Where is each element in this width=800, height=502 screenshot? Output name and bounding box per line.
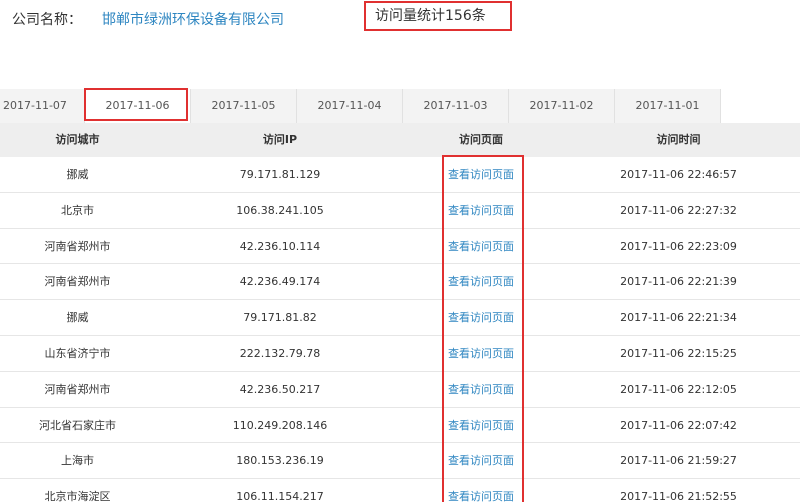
tab-2017-11-04[interactable]: 2017-11-04 xyxy=(297,89,403,123)
cell-city: 北京市海淀区 xyxy=(44,490,111,502)
cell-ip: 106.38.241.105 xyxy=(236,203,324,217)
table-row: 山东省济宁市 222.132.79.78 查看访问页面 2017-11-06 2… xyxy=(0,336,800,372)
table-row: 河南省郑州市 42.236.50.217 查看访问页面 2017-11-06 2… xyxy=(0,372,800,408)
view-page-link[interactable]: 查看访问页面 xyxy=(448,275,514,288)
cell-city: 挪威 xyxy=(66,168,89,181)
cell-time: 2017-11-06 22:12:05 xyxy=(620,382,737,396)
cell-time: 2017-11-06 22:27:32 xyxy=(620,203,737,217)
view-page-link[interactable]: 查看访问页面 xyxy=(448,419,514,432)
cell-page: 查看访问页面 xyxy=(405,157,557,192)
table-row: 河北省石家庄市 110.249.208.146 查看访问页面 2017-11-0… xyxy=(0,408,800,444)
view-page-link[interactable]: 查看访问页面 xyxy=(448,204,514,217)
cell-city: 河北省石家庄市 xyxy=(39,418,116,432)
view-page-link[interactable]: 查看访问页面 xyxy=(448,240,514,253)
tab-2017-11-06[interactable]: 2017-11-06 xyxy=(85,89,191,123)
cell-ip: 222.132.79.78 xyxy=(239,346,321,360)
cell-city: 河南省郑州市 xyxy=(44,382,111,396)
cell-ip: 79.171.81.129 xyxy=(239,168,321,181)
cell-time: 2017-11-06 22:21:39 xyxy=(620,275,737,289)
cell-page: 查看访问页面 xyxy=(405,193,557,228)
cell-ip: 42.236.50.217 xyxy=(239,382,321,396)
cell-time: 2017-11-06 22:07:42 xyxy=(620,418,737,432)
tab-2017-11-01[interactable]: 2017-11-01 xyxy=(615,89,721,123)
view-page-link[interactable]: 查看访问页面 xyxy=(448,454,514,467)
company-name-link[interactable]: 邯郸市绿洲环保设备有限公司 xyxy=(102,9,284,29)
table-row: 北京市 106.38.241.105 查看访问页面 2017-11-06 22:… xyxy=(0,193,800,229)
tab-2017-11-05[interactable]: 2017-11-05 xyxy=(191,89,297,123)
view-page-link[interactable]: 查看访问页面 xyxy=(448,347,514,360)
table-body: 挪威 79.171.81.129 查看访问页面 2017-11-06 22:46… xyxy=(0,157,800,502)
table-row: 北京市海淀区 106.11.154.217 查看访问页面 2017-11-06 … xyxy=(0,479,800,502)
cell-city: 北京市 xyxy=(61,203,94,217)
cell-page: 查看访问页面 xyxy=(405,264,557,299)
cell-city: 上海市 xyxy=(61,454,94,468)
view-page-link[interactable]: 查看访问页面 xyxy=(448,383,514,396)
cell-city: 河南省郑州市 xyxy=(44,275,111,289)
view-page-link[interactable]: 查看访问页面 xyxy=(448,490,514,502)
cell-city: 山东省济宁市 xyxy=(44,346,111,360)
cell-page: 查看访问页面 xyxy=(405,229,557,264)
date-tabs: 2017-11-07 2017-11-06 2017-11-05 2017-11… xyxy=(0,89,722,124)
table-row: 河南省郑州市 42.236.10.114 查看访问页面 2017-11-06 2… xyxy=(0,229,800,265)
visit-count-badge: 访问量统计156条 xyxy=(364,1,512,31)
cell-time: 2017-11-06 21:52:55 xyxy=(620,490,737,502)
cell-time: 2017-11-06 22:15:25 xyxy=(620,346,737,360)
visit-stats-page: 公司名称： 邯郸市绿洲环保设备有限公司 访问量统计156条 2017-11-07… xyxy=(0,0,800,502)
table-row: 挪威 79.171.81.82 查看访问页面 2017-11-06 22:21:… xyxy=(0,300,800,336)
table-row: 河南省郑州市 42.236.49.174 查看访问页面 2017-11-06 2… xyxy=(0,264,800,301)
cell-ip: 110.249.208.146 xyxy=(232,418,328,432)
header-ip: 访问IP xyxy=(262,133,298,146)
cell-time: 2017-11-06 22:21:34 xyxy=(620,311,737,325)
cell-city: 挪威 xyxy=(66,311,89,325)
header-page: 访问页面 xyxy=(459,133,503,146)
table-row: 挪威 79.171.81.129 查看访问页面 2017-11-06 22:46… xyxy=(0,157,800,193)
cell-time: 2017-11-06 22:23:09 xyxy=(620,239,737,253)
cell-page: 查看访问页面 xyxy=(405,408,557,443)
view-page-link[interactable]: 查看访问页面 xyxy=(448,311,514,324)
cell-time: 2017-11-06 21:59:27 xyxy=(620,454,737,468)
cell-ip: 180.153.236.19 xyxy=(236,454,324,468)
tab-2017-11-02[interactable]: 2017-11-02 xyxy=(509,89,615,123)
cell-ip: 42.236.49.174 xyxy=(239,275,321,289)
table-row: 上海市 180.153.236.19 查看访问页面 2017-11-06 21:… xyxy=(0,443,800,480)
cell-page: 查看访问页面 xyxy=(405,300,557,335)
cell-page: 查看访问页面 xyxy=(405,443,557,478)
tab-2017-11-03[interactable]: 2017-11-03 xyxy=(403,89,509,123)
header-city: 访问城市 xyxy=(55,133,100,146)
cell-city: 河南省郑州市 xyxy=(44,239,111,253)
company-label: 公司名称： xyxy=(12,12,82,28)
tab-2017-11-07[interactable]: 2017-11-07 xyxy=(0,89,85,123)
cell-ip: 42.236.10.114 xyxy=(239,239,321,253)
cell-time: 2017-11-06 22:46:57 xyxy=(620,168,737,181)
cell-ip: 106.11.154.217 xyxy=(236,490,324,502)
table-header: 访问城市 访问IP 访问页面 访问时间 xyxy=(0,123,800,157)
cell-page: 查看访问页面 xyxy=(405,372,557,407)
cell-page: 查看访问页面 xyxy=(405,336,557,371)
view-page-link[interactable]: 查看访问页面 xyxy=(448,168,514,181)
cell-page: 查看访问页面 xyxy=(405,479,557,502)
cell-ip: 79.171.81.82 xyxy=(243,311,317,325)
header-time: 访问时间 xyxy=(656,133,701,146)
